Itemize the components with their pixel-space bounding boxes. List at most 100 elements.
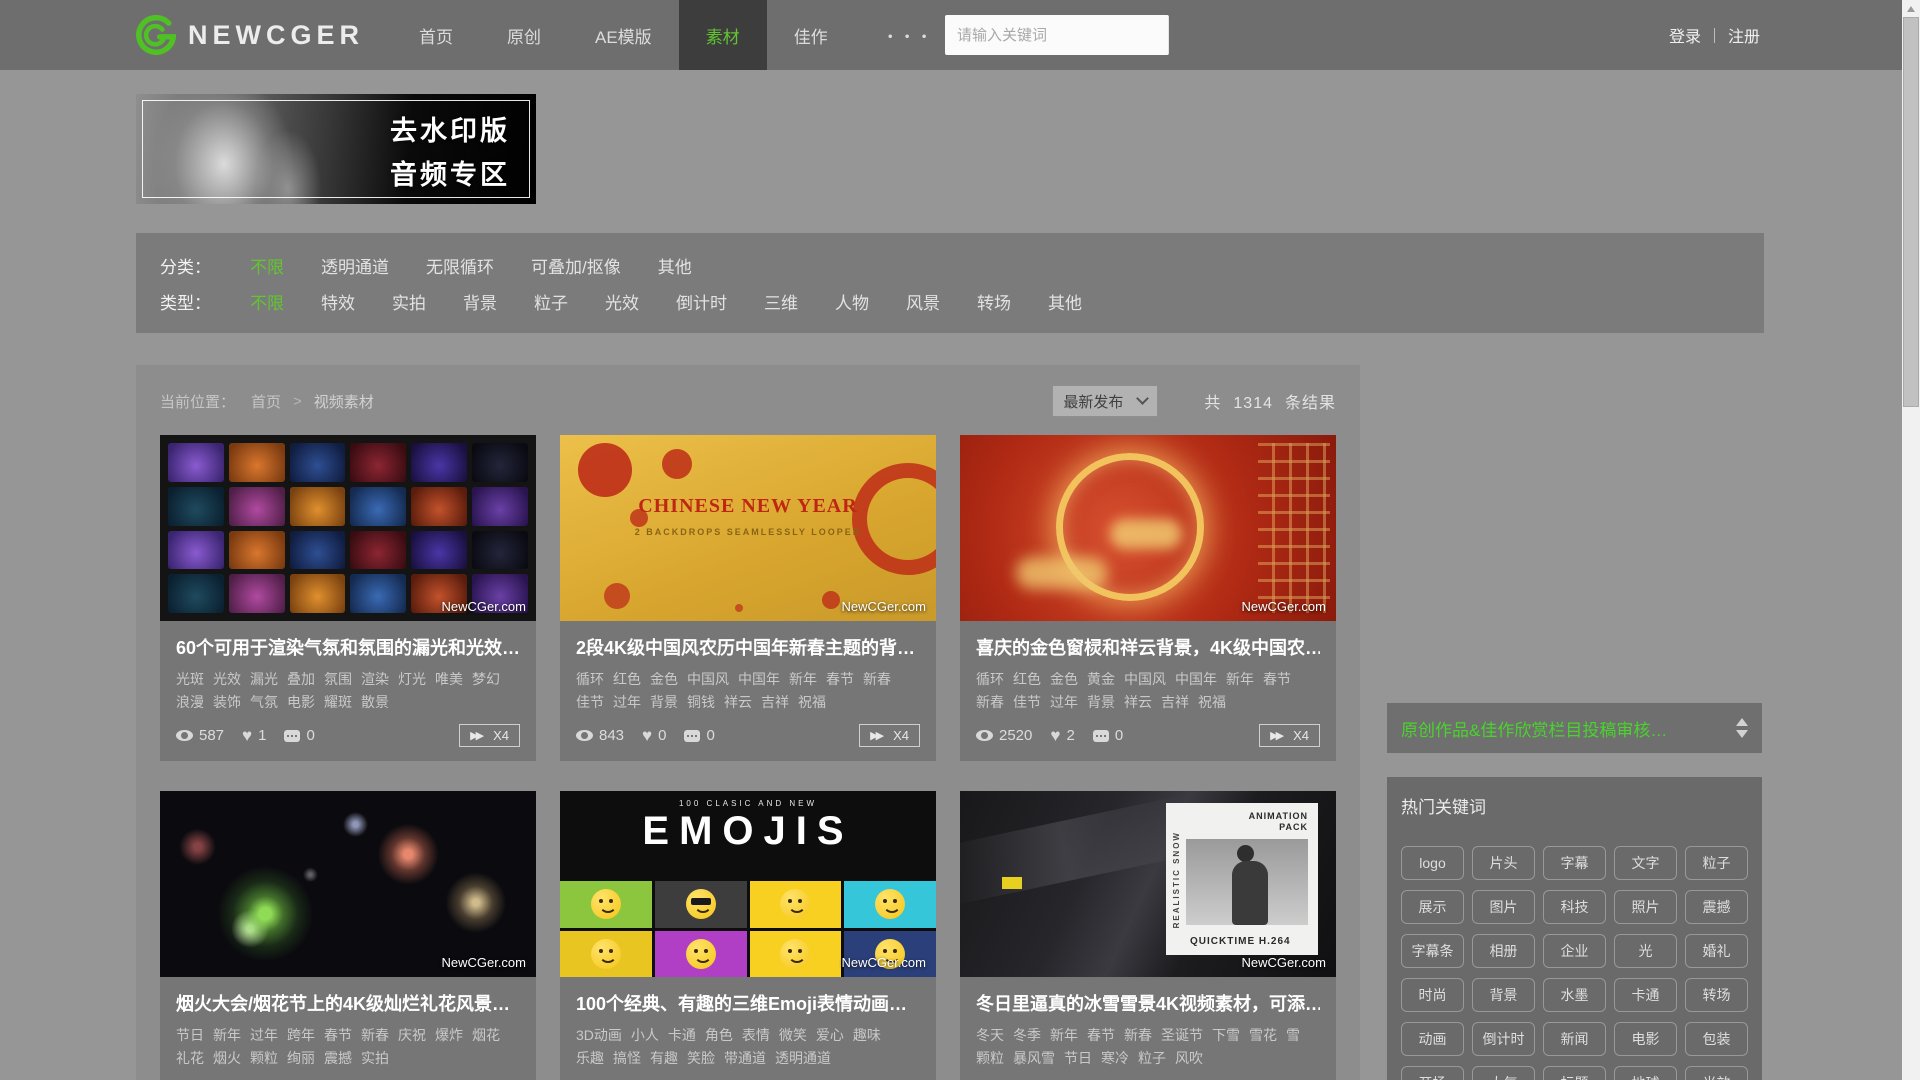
- tag-link[interactable]: 新年: [1050, 1027, 1078, 1043]
- keyword-button[interactable]: 震撼: [1685, 890, 1748, 924]
- keyword-button[interactable]: 光: [1614, 934, 1677, 968]
- likes-stat[interactable]: ♥2: [1050, 727, 1074, 744]
- scrollbar-thumb[interactable]: [1903, 17, 1919, 407]
- filter-option[interactable]: 其他: [1048, 289, 1082, 314]
- tag-link[interactable]: 节日: [1064, 1050, 1092, 1066]
- keyword-button[interactable]: 相册: [1472, 934, 1535, 968]
- tag-link[interactable]: 颗粒: [976, 1050, 1004, 1066]
- tag-link[interactable]: 卡通: [668, 1027, 696, 1043]
- tag-link[interactable]: 春节: [826, 671, 854, 687]
- comments-stat[interactable]: 0: [684, 727, 714, 744]
- tag-link[interactable]: 下雪: [1212, 1027, 1240, 1043]
- filter-option[interactable]: 粒子: [534, 289, 568, 314]
- tag-link[interactable]: 粒子: [1138, 1050, 1166, 1066]
- tag-link[interactable]: 3D动画: [576, 1027, 622, 1043]
- tag-link[interactable]: 圣诞节: [1161, 1027, 1203, 1043]
- keyword-button[interactable]: 字幕条: [1401, 934, 1464, 968]
- keyword-button[interactable]: 标题: [1543, 1066, 1606, 1080]
- tag-link[interactable]: 庆祝: [398, 1027, 426, 1043]
- tag-link[interactable]: 烟火: [213, 1050, 241, 1066]
- tag-link[interactable]: 中国年: [1175, 671, 1217, 687]
- card-thumbnail[interactable]: 100 CLASIC AND NEW EMOJIS NewCGer.com: [560, 791, 936, 977]
- keyword-button[interactable]: 科技: [1543, 890, 1606, 924]
- material-card[interactable]: NewCGer.com 60个可用于渲染气氛和氛围的漏光和光效… 光斑光效漏光叠…: [160, 435, 536, 761]
- tag-link[interactable]: 新年: [213, 1027, 241, 1043]
- tag-link[interactable]: 过年: [250, 1027, 278, 1043]
- tag-link[interactable]: 颗粒: [250, 1050, 278, 1066]
- scrollbar-up-button[interactable]: [1902, 0, 1920, 17]
- material-card[interactable]: 100 CLASIC AND NEW EMOJIS NewCGer.com 10…: [560, 791, 936, 1080]
- register-link[interactable]: 注册: [1728, 23, 1760, 47]
- tag-link[interactable]: 趣味: [853, 1027, 881, 1043]
- tag-link[interactable]: 祥云: [1124, 694, 1152, 710]
- nav-item[interactable]: 佳作: [767, 0, 855, 70]
- tag-link[interactable]: 春节: [324, 1027, 352, 1043]
- tag-link[interactable]: 浪漫: [176, 694, 204, 710]
- search-input[interactable]: [945, 15, 1168, 55]
- keyword-button[interactable]: 开场: [1401, 1066, 1464, 1080]
- filter-option[interactable]: 风景: [906, 289, 940, 314]
- material-card[interactable]: NewCGer.com 烟火大会/烟花节上的4K级灿烂礼花风景… 节日新年过年跨…: [160, 791, 536, 1080]
- tag-link[interactable]: 带通道: [724, 1050, 766, 1066]
- tag-link[interactable]: 透明通道: [775, 1050, 831, 1066]
- sort-dropdown[interactable]: 最新发布: [1052, 385, 1158, 417]
- card-title[interactable]: 2段4K级中国风农历中国年新春主题的背…: [576, 634, 920, 660]
- tag-link[interactable]: 吉祥: [1161, 694, 1189, 710]
- tag-link[interactable]: 跨年: [287, 1027, 315, 1043]
- tag-link[interactable]: 耀斑: [324, 694, 352, 710]
- keyword-button[interactable]: 光效: [1685, 1066, 1748, 1080]
- tag-link[interactable]: 雪花: [1249, 1027, 1277, 1043]
- filter-option[interactable]: 透明通道: [321, 253, 389, 278]
- tag-link[interactable]: 礼花: [176, 1050, 204, 1066]
- tag-link[interactable]: 气氛: [250, 694, 278, 710]
- filter-option[interactable]: 转场: [977, 289, 1011, 314]
- comments-stat[interactable]: 0: [284, 727, 314, 744]
- card-thumbnail[interactable]: ANIMATION PACK REALISTIC SNOW QUICKTIME …: [960, 791, 1336, 977]
- keyword-button[interactable]: 展示: [1401, 890, 1464, 924]
- tag-link[interactable]: 新年: [789, 671, 817, 687]
- notice-link[interactable]: 原创作品&佳作欣赏栏目投稿审核…: [1401, 716, 1667, 741]
- filter-option[interactable]: 可叠加/抠像: [531, 253, 621, 278]
- tag-link[interactable]: 铜钱: [687, 694, 715, 710]
- tag-link[interactable]: 红色: [1013, 671, 1041, 687]
- filter-option[interactable]: 无限循环: [426, 253, 494, 278]
- material-card[interactable]: ANIMATION PACK REALISTIC SNOW QUICKTIME …: [960, 791, 1336, 1080]
- keyword-button[interactable]: 倒计时: [1472, 1022, 1535, 1056]
- tag-link[interactable]: 寒冷: [1101, 1050, 1129, 1066]
- tag-link[interactable]: 爆炸: [435, 1027, 463, 1043]
- comments-stat[interactable]: 0: [1093, 727, 1123, 744]
- tag-link[interactable]: 佳节: [1013, 694, 1041, 710]
- keyword-button[interactable]: 字幕: [1543, 846, 1606, 880]
- site-logo[interactable]: NEWCGER: [136, 15, 364, 55]
- tag-link[interactable]: 爱心: [816, 1027, 844, 1043]
- tag-link[interactable]: 灯光: [398, 671, 426, 687]
- likes-stat[interactable]: ♥0: [642, 727, 666, 744]
- card-title[interactable]: 冬日里逼真的冰雪雪景4K视频素材，可添…: [976, 990, 1320, 1016]
- tag-link[interactable]: 祝福: [798, 694, 826, 710]
- keyword-button[interactable]: 背景: [1472, 978, 1535, 1012]
- tag-link[interactable]: 冬季: [1013, 1027, 1041, 1043]
- likes-stat[interactable]: ♥1: [242, 727, 266, 744]
- keyword-button[interactable]: 粒子: [1685, 846, 1748, 880]
- card-title[interactable]: 喜庆的金色窗棂和祥云背景，4K级中国农…: [976, 634, 1320, 660]
- tag-link[interactable]: 梦幻: [472, 671, 500, 687]
- tag-link[interactable]: 小人: [631, 1027, 659, 1043]
- tag-link[interactable]: 中国风: [687, 671, 729, 687]
- scroll-down-icon[interactable]: [1736, 730, 1748, 738]
- card-thumbnail[interactable]: CHINESE NEW YEAR 2 BACKDROPS SEAMLESSLY …: [560, 435, 936, 621]
- tag-link[interactable]: 中国风: [1124, 671, 1166, 687]
- nav-item[interactable]: 首页: [392, 0, 480, 70]
- card-title[interactable]: 100个经典、有趣的三维Emoji表情动画…: [576, 990, 920, 1016]
- filter-option[interactable]: 特效: [321, 289, 355, 314]
- tag-link[interactable]: 冬天: [976, 1027, 1004, 1043]
- keyword-button[interactable]: 转场: [1685, 978, 1748, 1012]
- tag-link[interactable]: 背景: [1087, 694, 1115, 710]
- tag-link[interactable]: 笑脸: [687, 1050, 715, 1066]
- filter-option[interactable]: 不限: [250, 289, 284, 314]
- filter-option[interactable]: 背景: [463, 289, 497, 314]
- tag-link[interactable]: 暴风雪: [1013, 1050, 1055, 1066]
- keyword-button[interactable]: 新闻: [1543, 1022, 1606, 1056]
- tag-link[interactable]: 绚丽: [287, 1050, 315, 1066]
- tag-link[interactable]: 春节: [1263, 671, 1291, 687]
- tag-link[interactable]: 实拍: [361, 1050, 389, 1066]
